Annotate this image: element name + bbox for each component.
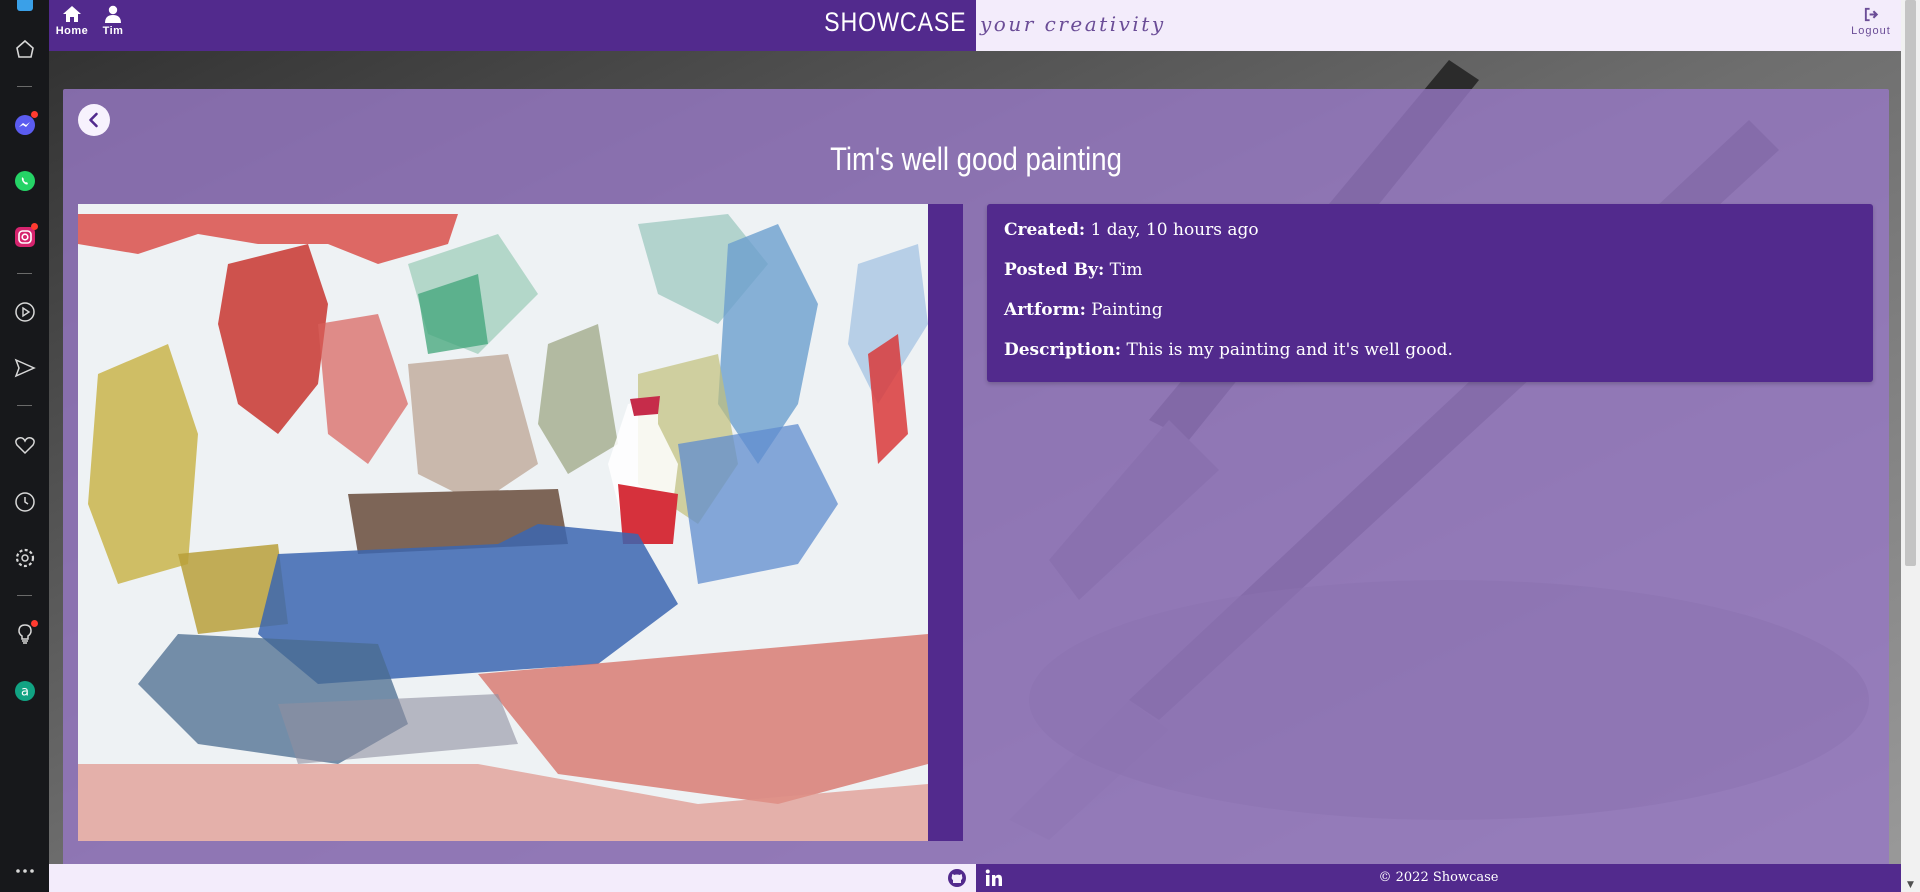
dock-divider [17,405,32,406]
brand-logo[interactable]: SHOWCASE [825,7,967,38]
copyright-text: © 2022 Showcase [1378,870,1499,885]
logout-button[interactable]: Logout [1851,6,1891,37]
settings-icon[interactable] [12,545,37,570]
messenger-icon[interactable] [12,111,38,137]
created-row: Created: 1 day, 10 hours ago [1004,220,1856,260]
notification-dot [31,111,38,118]
notification-dot [31,620,38,627]
dock-divider [17,595,32,596]
description-label: Description: [1004,340,1122,360]
svg-text:a: a [21,684,29,699]
send-icon[interactable] [12,355,37,380]
artform-label: Artform: [1004,300,1086,320]
instagram-icon[interactable] [12,223,38,249]
whatsapp-icon[interactable] [12,168,37,193]
artwork-image[interactable] [78,204,928,841]
clock-icon[interactable] [12,489,37,514]
home-icon[interactable] [12,36,37,61]
top-navbar: Home Tim SHOWCASE your creativity Logout [49,0,1901,51]
dock-divider [17,273,32,274]
brand-tagline: your creativity [980,12,1166,36]
posted-by-row: Posted By: Tim [1004,260,1856,300]
artform-row: Artform: Painting [1004,300,1856,340]
home-nav-button[interactable]: Home [52,4,92,37]
chevron-left-icon [89,112,98,128]
image-panel [78,204,963,841]
watercolor-painting [78,204,928,841]
description-row: Description: This is my painting and it'… [1004,340,1856,380]
page-scrollbar[interactable]: ▼ [1901,0,1920,892]
posted-by-label: Posted By: [1004,260,1105,280]
browser-sidebar: a [0,0,49,892]
dock-divider [17,86,32,87]
scrollbar-thumb[interactable] [1905,0,1916,566]
lightbulb-icon[interactable] [12,620,38,646]
navbar-right: your creativity Logout [976,0,1901,51]
account-icon[interactable]: a [12,678,37,703]
footer-right: © 2022 Showcase [976,864,1901,892]
page-viewport: Home Tim SHOWCASE your creativity Logout… [49,0,1901,892]
play-icon[interactable] [12,299,37,324]
back-button[interactable] [78,104,110,136]
artwork-card: Tim's well good painting Created: 1 day,… [63,89,1889,876]
scroll-down-arrow-icon[interactable]: ▼ [1905,880,1916,890]
app-icon[interactable] [12,0,37,15]
profile-nav-button[interactable]: Tim [93,4,133,37]
notification-dot [31,223,38,230]
footer-left [49,864,976,892]
posted-by-value: Tim [1109,260,1143,280]
profile-nav-label: Tim [102,25,124,37]
logout-label: Logout [1851,25,1891,37]
github-icon[interactable] [947,868,967,888]
description-value: This is my painting and it's well good. [1126,340,1453,360]
artwork-title: Tim's well good painting [830,141,1122,177]
artform-value: Painting [1091,300,1163,320]
house-icon [63,6,81,22]
user-icon [105,5,121,23]
home-nav-label: Home [55,25,89,37]
logout-icon [1864,7,1878,22]
navbar-left: Home Tim SHOWCASE [49,0,976,51]
created-label: Created: [1004,220,1086,240]
artwork-details: Created: 1 day, 10 hours ago Posted By: … [987,204,1873,382]
heart-icon[interactable] [12,432,37,457]
created-value: 1 day, 10 hours ago [1090,220,1259,240]
more-icon[interactable] [12,858,37,883]
